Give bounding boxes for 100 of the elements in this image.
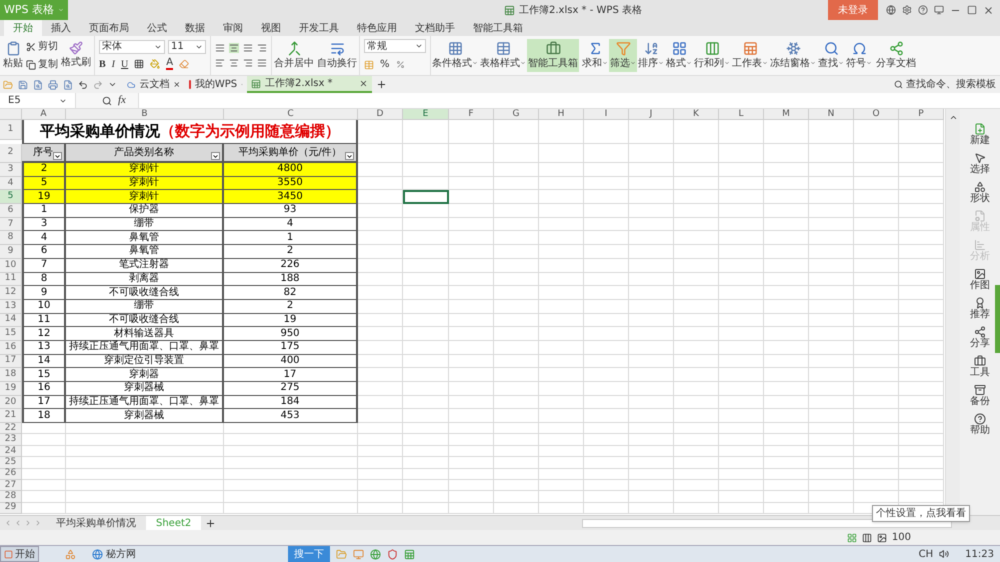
- empty-cell[interactable]: [899, 468, 944, 480]
- filter-dropdown[interactable]: [211, 152, 220, 160]
- empty-cell[interactable]: [629, 163, 674, 177]
- empty-cell[interactable]: [449, 245, 494, 259]
- empty-cell[interactable]: [449, 480, 494, 492]
- empty-cell[interactable]: [494, 423, 539, 434]
- empty-cell[interactable]: [449, 231, 494, 246]
- column-heading[interactable]: M: [764, 109, 809, 120]
- number-format-dropdown[interactable]: 常规: [364, 39, 426, 53]
- empty-cell[interactable]: [719, 491, 764, 503]
- empty-cell[interactable]: [629, 204, 674, 218]
- cut-button[interactable]: 剪切: [26, 39, 58, 54]
- empty-cell[interactable]: [539, 218, 584, 232]
- empty-cell[interactable]: [539, 368, 584, 382]
- empty-cell[interactable]: [584, 340, 629, 355]
- empty-cell[interactable]: [539, 204, 584, 218]
- row-heading[interactable]: 10: [0, 258, 22, 272]
- empty-cell[interactable]: [494, 480, 539, 492]
- empty-cell[interactable]: [719, 176, 764, 190]
- column-heading[interactable]: I: [584, 109, 629, 120]
- empty-cell[interactable]: [403, 286, 449, 300]
- sidebar-button[interactable]: 帮助: [970, 413, 990, 437]
- empty-cell[interactable]: [403, 491, 449, 503]
- ribbon-button[interactable]: 表格样式: [479, 39, 527, 72]
- empty-cell[interactable]: [764, 231, 809, 246]
- empty-cell[interactable]: [899, 368, 944, 382]
- empty-cell[interactable]: [584, 368, 629, 382]
- print-icon[interactable]: [48, 80, 58, 90]
- empty-cell[interactable]: [764, 468, 809, 480]
- settings-icon[interactable]: [902, 5, 912, 15]
- menu-tab[interactable]: 文档助手: [406, 20, 464, 36]
- empty-cell[interactable]: [629, 300, 674, 314]
- empty-cell[interactable]: [66, 468, 224, 480]
- empty-cell[interactable]: [809, 144, 854, 163]
- empty-cell[interactable]: [494, 190, 539, 204]
- empty-cell[interactable]: [224, 446, 358, 458]
- empty-cell[interactable]: [899, 245, 944, 259]
- empty-cell[interactable]: [403, 204, 449, 218]
- empty-cell[interactable]: [449, 434, 494, 446]
- sheet-tab[interactable]: 平均采购单价情况: [46, 516, 146, 530]
- empty-cell[interactable]: [358, 502, 403, 514]
- empty-cell[interactable]: [449, 396, 494, 410]
- empty-cell[interactable]: [719, 258, 764, 272]
- empty-cell[interactable]: [809, 340, 854, 355]
- row-heading[interactable]: 12: [0, 286, 22, 300]
- ribbon-button[interactable]: 分享文档: [875, 39, 917, 72]
- empty-cell[interactable]: [539, 144, 584, 163]
- empty-cell[interactable]: [809, 245, 854, 259]
- empty-cell[interactable]: [899, 144, 944, 163]
- empty-cell[interactable]: [449, 409, 494, 424]
- spreadsheet-icon[interactable]: [404, 548, 415, 560]
- empty-cell[interactable]: [809, 502, 854, 514]
- empty-cell[interactable]: [403, 423, 449, 434]
- empty-cell[interactable]: [494, 300, 539, 314]
- empty-cell[interactable]: [629, 457, 674, 469]
- row-heading[interactable]: 22: [0, 423, 22, 434]
- empty-cell[interactable]: [809, 204, 854, 218]
- empty-cell[interactable]: [809, 382, 854, 396]
- empty-cell[interactable]: [539, 286, 584, 300]
- empty-cell[interactable]: [449, 258, 494, 272]
- search-button[interactable]: 搜一下: [288, 546, 330, 562]
- empty-cell[interactable]: [539, 340, 584, 355]
- empty-cell[interactable]: [584, 144, 629, 163]
- empty-cell[interactable]: [494, 396, 539, 410]
- column-heading[interactable]: H: [539, 109, 584, 120]
- decimal-icon[interactable]: [396, 60, 405, 69]
- empty-cell[interactable]: [629, 340, 674, 355]
- empty-cell[interactable]: [629, 491, 674, 503]
- empty-cell[interactable]: [899, 491, 944, 503]
- empty-cell[interactable]: [899, 446, 944, 458]
- folder-icon[interactable]: [3, 80, 13, 90]
- empty-cell[interactable]: [584, 163, 629, 177]
- empty-cell[interactable]: [764, 502, 809, 514]
- row-heading[interactable]: 29: [0, 502, 22, 514]
- empty-cell[interactable]: [854, 434, 899, 446]
- empty-cell[interactable]: [854, 120, 899, 144]
- empty-cell[interactable]: [629, 480, 674, 492]
- empty-cell[interactable]: [899, 120, 944, 144]
- close-icon[interactable]: [359, 79, 368, 88]
- empty-cell[interactable]: [854, 457, 899, 469]
- undo-icon[interactable]: [78, 80, 88, 90]
- empty-cell[interactable]: [629, 423, 674, 434]
- empty-cell[interactable]: [449, 144, 494, 163]
- empty-cell[interactable]: [854, 190, 899, 204]
- empty-cell[interactable]: [899, 272, 944, 286]
- empty-cell[interactable]: [66, 480, 224, 492]
- menu-tab[interactable]: 开始: [4, 20, 42, 36]
- empty-cell[interactable]: [584, 491, 629, 503]
- preview-icon[interactable]: [63, 80, 73, 90]
- empty-cell[interactable]: [764, 120, 809, 144]
- add-sheet-icon[interactable]: [205, 518, 216, 528]
- empty-cell[interactable]: [584, 314, 629, 328]
- empty-cell[interactable]: [539, 314, 584, 328]
- empty-cell[interactable]: [899, 340, 944, 355]
- empty-cell[interactable]: [66, 491, 224, 503]
- empty-cell[interactable]: [584, 300, 629, 314]
- empty-cell[interactable]: [358, 434, 403, 446]
- empty-cell[interactable]: [629, 409, 674, 424]
- empty-cell[interactable]: [674, 272, 719, 286]
- empty-cell[interactable]: [854, 272, 899, 286]
